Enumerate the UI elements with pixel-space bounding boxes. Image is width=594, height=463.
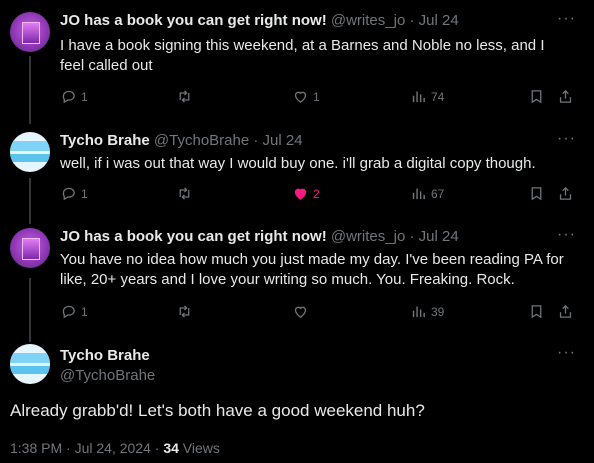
share-button[interactable]	[557, 88, 574, 105]
bookmark-icon	[531, 305, 542, 319]
views-label: Views	[178, 440, 220, 456]
tweet-header: JO has a book you can get right now! @wr…	[60, 228, 459, 245]
views-button[interactable]: 39	[410, 303, 444, 320]
author-name[interactable]: Tycho Brahe	[60, 347, 150, 364]
view-count: 67	[431, 186, 445, 201]
separator: ·	[253, 132, 259, 149]
tweet-text: I have a book signing this weekend, at a…	[60, 37, 545, 74]
reply-button[interactable]: 1	[60, 185, 88, 202]
reply-count: 1	[81, 304, 88, 319]
tweet-text: You have no idea how much you just made …	[60, 251, 564, 288]
reply-count: 1	[81, 186, 88, 201]
action-bar: 1 2 67	[60, 185, 580, 205]
tweet-text: well, if i was out that way I would buy …	[60, 155, 536, 172]
like-button[interactable]: 2	[292, 185, 320, 202]
tweet-header: JO has a book you can get right now! @wr…	[60, 12, 459, 29]
bookmark-icon	[531, 90, 542, 104]
avatar[interactable]	[10, 132, 50, 172]
tweet-date[interactable]: Jul 24	[263, 132, 303, 149]
avatar[interactable]	[10, 344, 50, 384]
bookmark-button[interactable]	[528, 185, 545, 202]
heart-icon	[294, 188, 307, 200]
action-bar: 1 1 74	[60, 88, 580, 108]
share-button[interactable]	[557, 185, 574, 202]
author-name[interactable]: JO has a book you can get right now!	[60, 12, 327, 29]
bookmark-icon	[531, 187, 542, 201]
bookmark-button[interactable]	[528, 303, 545, 320]
more-dots-icon[interactable]: ···	[557, 10, 576, 28]
heart-icon	[294, 306, 307, 318]
heart-icon	[294, 91, 307, 103]
view-count: 39	[431, 304, 445, 319]
like-button[interactable]: 1	[292, 88, 320, 105]
bookmark-button[interactable]	[528, 88, 545, 105]
share-icon	[559, 304, 572, 318]
tweet-date[interactable]: Jul 24	[419, 12, 459, 29]
reply-icon	[62, 305, 75, 319]
reply-button[interactable]: 1	[60, 88, 88, 105]
reply-button[interactable]: 1	[60, 303, 88, 320]
share-icon	[559, 186, 572, 200]
views-button[interactable]: 67	[410, 185, 444, 202]
reply-icon	[62, 187, 75, 201]
more-dots-icon[interactable]: ···	[557, 130, 576, 148]
reply-tweet[interactable]: JO has a book you can get right now! @wr…	[0, 220, 594, 342]
reply-count: 1	[81, 89, 88, 104]
views-chart-icon	[412, 306, 425, 318]
retweet-button[interactable]	[176, 185, 197, 202]
retweet-icon	[179, 187, 190, 200]
share-icon	[559, 89, 572, 103]
views-button[interactable]: 74	[410, 88, 444, 105]
tweet-header: Tycho Brahe @TychoBrahe · Jul 24	[60, 132, 303, 149]
retweet-icon	[179, 305, 190, 318]
like-button[interactable]	[292, 303, 313, 320]
view-count: 74	[431, 89, 445, 104]
reply-icon	[62, 90, 75, 104]
author-handle[interactable]: @TychoBrahe	[154, 132, 249, 149]
avatar[interactable]	[10, 228, 50, 268]
author-name[interactable]: JO has a book you can get right now!	[60, 228, 327, 245]
views-chart-icon	[412, 188, 425, 200]
retweet-icon	[179, 90, 190, 103]
author-handle[interactable]: @writes_jo	[331, 228, 405, 245]
share-button[interactable]	[557, 303, 574, 320]
separator: ·	[409, 12, 415, 29]
author-handle[interactable]: @TychoBrahe	[60, 367, 155, 384]
reply-tweet[interactable]: Tycho Brahe @TychoBrahe · Jul 24 ··· wel…	[0, 122, 594, 222]
retweet-button[interactable]	[176, 303, 197, 320]
like-count: 1	[313, 89, 320, 104]
tweet-date[interactable]: Jul 24	[419, 228, 459, 245]
tweet-text: Already grabb'd! Let's both have a good …	[10, 401, 425, 420]
action-bar: 1 39	[60, 303, 580, 323]
views-chart-icon	[412, 91, 425, 103]
more-dots-icon[interactable]: ···	[557, 344, 576, 362]
avatar[interactable]	[10, 12, 50, 52]
like-count: 2	[313, 186, 320, 201]
views-count: 34	[163, 440, 179, 456]
more-dots-icon[interactable]: ···	[557, 226, 576, 244]
author-name[interactable]: Tycho Brahe	[60, 132, 150, 149]
separator: ·	[409, 228, 415, 245]
retweet-button[interactable]	[176, 88, 197, 105]
reply-tweet[interactable]: JO has a book you can get right now! @wr…	[0, 0, 594, 120]
author-handle[interactable]: @writes_jo	[331, 12, 405, 29]
tweet-timestamp: 1:38 PM · Jul 24, 2024 · 34 Views	[10, 440, 220, 456]
timestamp-text[interactable]: 1:38 PM · Jul 24, 2024 ·	[10, 440, 163, 456]
